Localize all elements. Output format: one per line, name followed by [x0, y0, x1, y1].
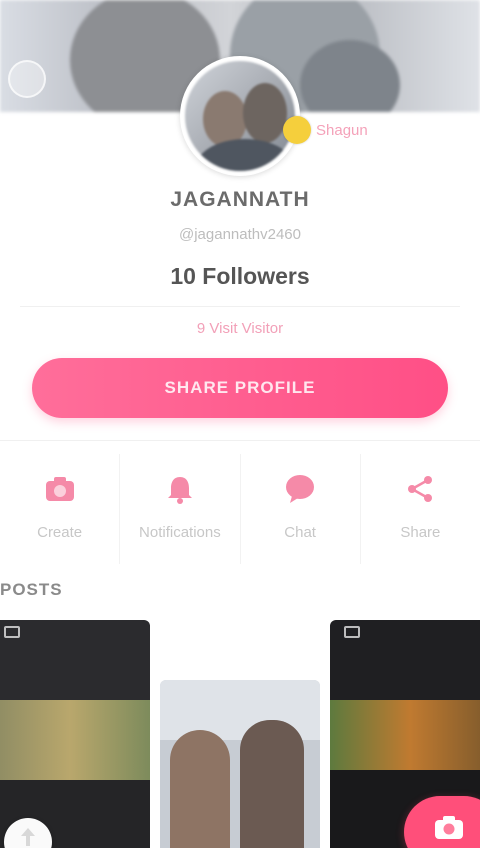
visits-text: 9 Visit Visitor	[196, 320, 284, 337]
bell-icon	[163, 472, 197, 506]
camera-icon	[43, 472, 77, 506]
badge-text: Shagun	[316, 122, 368, 139]
chat-icon	[283, 472, 317, 506]
action-create-label: Create	[37, 524, 83, 541]
action-bar: Create Notifications Chat Share	[0, 454, 480, 564]
followers-count[interactable]: 10 Followers	[0, 263, 480, 290]
post-thumbnail[interactable]	[0, 620, 150, 848]
action-share-label: Share	[400, 524, 441, 541]
divider	[0, 440, 480, 441]
emoji-badge-icon	[283, 116, 311, 144]
post-thumbnail[interactable]	[160, 680, 320, 848]
share-profile-button[interactable]: SHARE PROFILE	[32, 358, 448, 418]
arrow-up-icon	[17, 826, 39, 848]
share-icon	[403, 472, 437, 506]
divider	[20, 306, 460, 307]
action-notifications-label: Notifications	[139, 524, 221, 541]
action-notifications[interactable]: Notifications	[120, 454, 241, 564]
action-chat[interactable]: Chat	[241, 454, 361, 564]
camera-icon	[434, 814, 464, 845]
avatar[interactable]	[180, 56, 300, 176]
video-tag-icon	[4, 626, 20, 638]
posts-section-title: POSTS	[0, 580, 63, 599]
action-chat-label: Chat	[284, 524, 316, 541]
video-tag-icon	[344, 626, 360, 638]
cover-edit-icon[interactable]	[8, 60, 46, 98]
profile-handle: @jagannathv2460	[179, 226, 301, 243]
profile-name: JAGANNATH	[170, 188, 310, 211]
action-create[interactable]: Create	[0, 454, 121, 564]
action-share[interactable]: Share	[361, 454, 480, 564]
